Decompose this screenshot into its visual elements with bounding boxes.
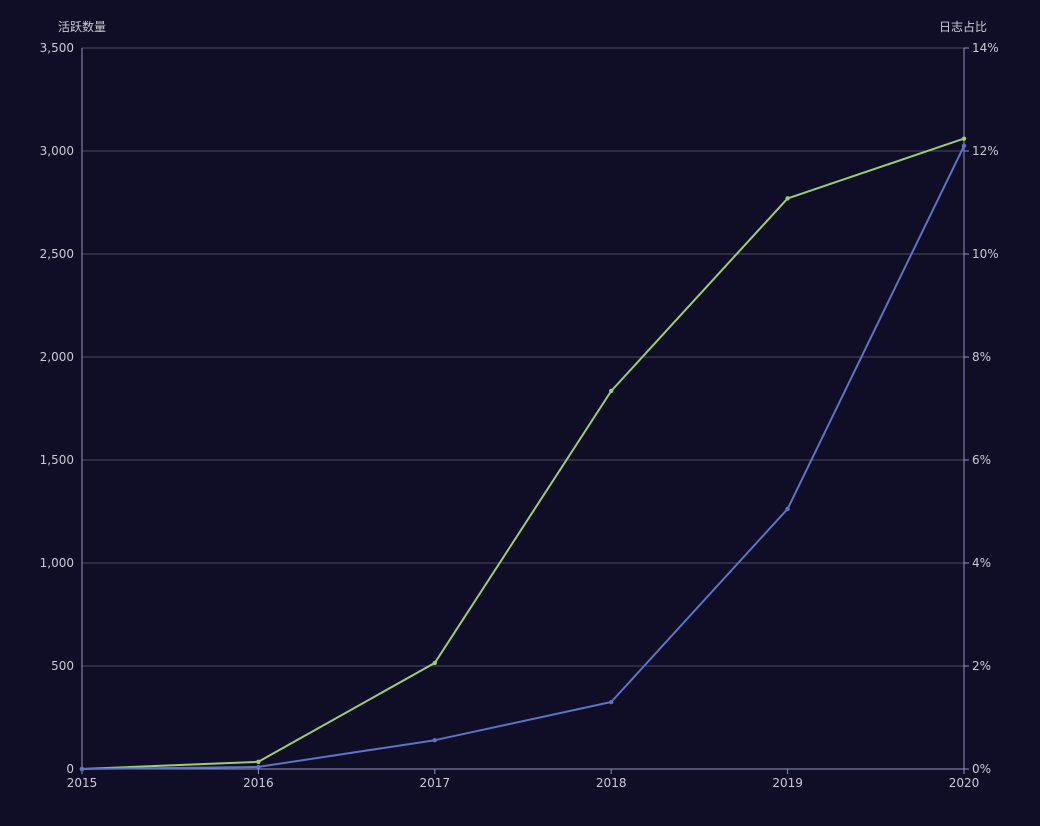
- series-2-point: [432, 737, 437, 743]
- series-2-point: [79, 766, 85, 772]
- series-1-point: [785, 196, 790, 201]
- y-right-tick-label: 14%: [972, 41, 999, 55]
- series-1-point: [432, 660, 437, 666]
- series-2-point: [609, 699, 614, 705]
- y-left-tick-label: 500: [51, 659, 74, 673]
- y-right-tick-label: 8%: [972, 350, 991, 364]
- series-2-point: [785, 506, 790, 512]
- x-tick-label: 2020: [949, 776, 980, 790]
- y-right-tick-label: 2%: [972, 659, 991, 673]
- series-2-point: [961, 143, 967, 149]
- y-left-tick-label: 0: [66, 762, 74, 776]
- series-2-point: [256, 764, 261, 770]
- y-right-tick-label: 12%: [972, 144, 999, 158]
- series-1-point: [961, 136, 967, 141]
- chart-svg: 活跃数量 日志占比 0 500 1,000 1,500 2,000 2,500 3,000 3…: [40, 19, 999, 790]
- y-left-tick-label: 3,000: [40, 144, 74, 158]
- y-right-tick-label: 6%: [972, 453, 991, 467]
- series-1-point: [256, 759, 261, 764]
- grid-lines: [82, 47, 964, 667]
- series-line-2: [81, 144, 965, 770]
- x-tick-label: 2018: [596, 776, 627, 790]
- y-right-tick-label: 10%: [972, 247, 999, 261]
- y-left-tick-label: 2,500: [40, 247, 74, 261]
- y-right-tick-label: 4%: [972, 556, 991, 570]
- x-tick-label: 2015: [67, 776, 98, 790]
- x-tick-label: 2019: [772, 776, 803, 790]
- line-chart: 活跃数量 日志占比 0 500 1,000 1,500 2,000 2,500 3,000 3…: [0, 0, 1040, 822]
- y-axis-right-title: 日志占比: [939, 19, 987, 34]
- y-left-tick-label: 1,500: [40, 453, 74, 467]
- series-line-1: [81, 137, 965, 770]
- y-left-tick-label: 2,000: [40, 350, 74, 364]
- y-right-tick-label: 0%: [972, 762, 991, 776]
- y-left-tick-label: 1,000: [40, 556, 74, 570]
- y-left-tick-label: 3,500: [40, 41, 74, 55]
- x-tick-label: 2017: [420, 776, 451, 790]
- series-1-point: [609, 388, 614, 394]
- x-tick-label: 2016: [243, 776, 274, 790]
- y-axis-left-title: 活跃数量: [58, 19, 106, 34]
